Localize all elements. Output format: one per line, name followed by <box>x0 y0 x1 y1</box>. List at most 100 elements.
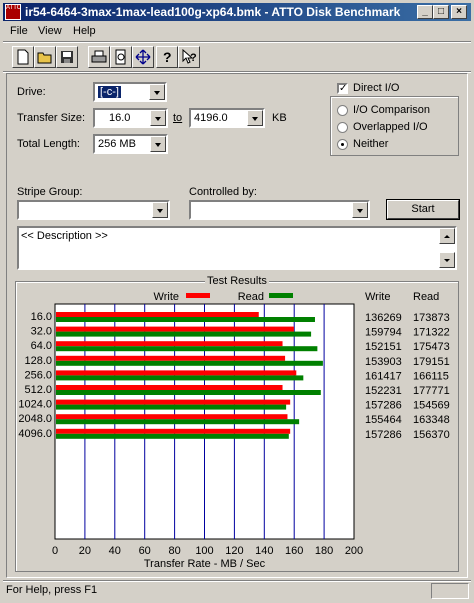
scroll-up-icon <box>444 235 450 238</box>
description-text: << Description >> <box>21 230 108 242</box>
category-label: 4096.0 <box>18 428 52 440</box>
save-button[interactable] <box>56 46 78 68</box>
io-comparison-radio[interactable] <box>337 105 348 116</box>
write-value: 157286 <box>365 400 402 412</box>
context-help-button[interactable]: ? <box>178 46 200 68</box>
write-bar <box>56 370 297 376</box>
neither-radio[interactable] <box>337 139 348 150</box>
scroll-down-icon <box>444 259 450 262</box>
x-tick-label: 100 <box>195 545 213 557</box>
menu-help[interactable]: Help <box>73 25 96 37</box>
title-bar: ATTO ir54-6464-3max-1max-lead100g-xp64.b… <box>3 3 471 21</box>
maximize-button[interactable]: □ <box>433 5 449 19</box>
read-value: 171322 <box>413 327 450 339</box>
start-button[interactable]: Start <box>387 200 459 219</box>
write-bar <box>56 312 259 317</box>
print-preview-icon <box>115 49 126 65</box>
controlled-by-select[interactable] <box>189 200 370 220</box>
write-bar <box>56 399 291 405</box>
new-file-button[interactable] <box>12 46 34 68</box>
read-value: 175473 <box>413 341 450 353</box>
write-value: 157286 <box>365 429 402 441</box>
move-button[interactable] <box>132 46 154 68</box>
neither-label: Neither <box>353 138 389 150</box>
description-field[interactable]: << Description >> <box>17 226 457 270</box>
write-value: 161417 <box>365 370 402 382</box>
drive-label: Drive: <box>17 86 46 98</box>
read-bar <box>56 331 312 337</box>
overlapped-io-label: Overlapped I/O <box>353 121 428 133</box>
kb-label: KB <box>272 112 287 124</box>
close-button[interactable]: × <box>451 5 467 19</box>
total-length-value: 256 MB <box>98 138 136 150</box>
category-label: 16.0 <box>31 311 52 323</box>
read-value: 154569 <box>413 400 450 412</box>
x-tick-label: 180 <box>315 545 333 557</box>
minimize-button[interactable]: _ <box>417 5 433 19</box>
to-label: to <box>173 112 183 124</box>
legend-write-label: Write <box>154 291 179 303</box>
read-bar <box>56 433 289 439</box>
read-value: 173873 <box>413 312 450 324</box>
write-value: 155464 <box>365 414 402 426</box>
transfer-size-label: Transfer Size: <box>17 112 86 124</box>
open-button[interactable] <box>34 46 56 68</box>
write-value: 152151 <box>365 341 402 353</box>
write-value: 152231 <box>365 385 402 397</box>
stripe-group-select[interactable] <box>17 200 170 220</box>
category-label: 2048.0 <box>18 413 52 425</box>
svg-text:?: ? <box>190 52 197 64</box>
scroll-up-button[interactable] <box>439 228 455 244</box>
x-tick-label: 200 <box>345 545 363 557</box>
x-tick-label: 80 <box>168 545 180 557</box>
category-label: 32.0 <box>31 326 52 338</box>
chevron-down-icon[interactable] <box>149 84 165 100</box>
help-icon: ? <box>163 49 172 65</box>
read-bar <box>56 317 315 322</box>
read-bar <box>56 375 304 381</box>
controlled-by-label: Controlled by: <box>189 186 257 198</box>
atto-app-icon[interactable]: ATTO <box>5 4 21 20</box>
direct-io-checkbox[interactable]: ✓ <box>337 83 348 94</box>
status-text: For Help, press F1 <box>6 584 98 596</box>
drive-value: [-c-] <box>98 86 121 98</box>
legend-read-label: Read <box>238 291 264 303</box>
print-preview-button[interactable] <box>110 46 132 68</box>
print-icon <box>91 50 107 63</box>
overlapped-io-radio[interactable] <box>337 122 348 133</box>
read-value: 179151 <box>413 356 450 368</box>
read-bar <box>56 346 318 352</box>
print-button[interactable] <box>88 46 110 68</box>
write-value: 136269 <box>365 312 402 324</box>
transfer-size-to-select[interactable]: 4196.0 <box>189 108 265 128</box>
write-bar <box>56 355 286 361</box>
menu-file[interactable]: File <box>10 25 28 37</box>
category-label: 128.0 <box>24 355 52 367</box>
open-folder-icon <box>37 52 52 64</box>
read-bar <box>56 390 321 395</box>
help-button[interactable]: ? <box>156 46 178 68</box>
transfer-size-from-select[interactable]: 16.0 <box>93 108 168 128</box>
legend-write-swatch <box>186 293 210 298</box>
chevron-down-icon[interactable] <box>150 136 166 152</box>
scroll-down-button[interactable] <box>439 252 455 268</box>
write-bar <box>56 428 291 434</box>
menu-view[interactable]: View <box>38 25 62 37</box>
context-help-icon: ? <box>182 49 197 64</box>
x-tick-label: 20 <box>79 545 91 557</box>
column-header-write: Write <box>365 291 390 303</box>
chevron-down-icon[interactable] <box>247 110 263 126</box>
read-bar <box>56 419 300 425</box>
total-length-label: Total Length: <box>17 138 80 150</box>
chevron-down-icon[interactable] <box>152 202 168 218</box>
read-value: 166115 <box>413 370 449 382</box>
transfer-from-value: 16.0 <box>109 112 131 124</box>
x-tick-label: 60 <box>139 545 151 557</box>
chevron-down-icon[interactable] <box>352 202 368 218</box>
drive-select[interactable]: [-c-] <box>93 82 167 102</box>
svg-text:?: ? <box>163 49 172 65</box>
chevron-down-icon[interactable] <box>150 110 166 126</box>
stripe-group-label: Stripe Group: <box>17 186 83 198</box>
total-length-select[interactable]: 256 MB <box>93 134 168 154</box>
write-bar <box>56 326 294 332</box>
